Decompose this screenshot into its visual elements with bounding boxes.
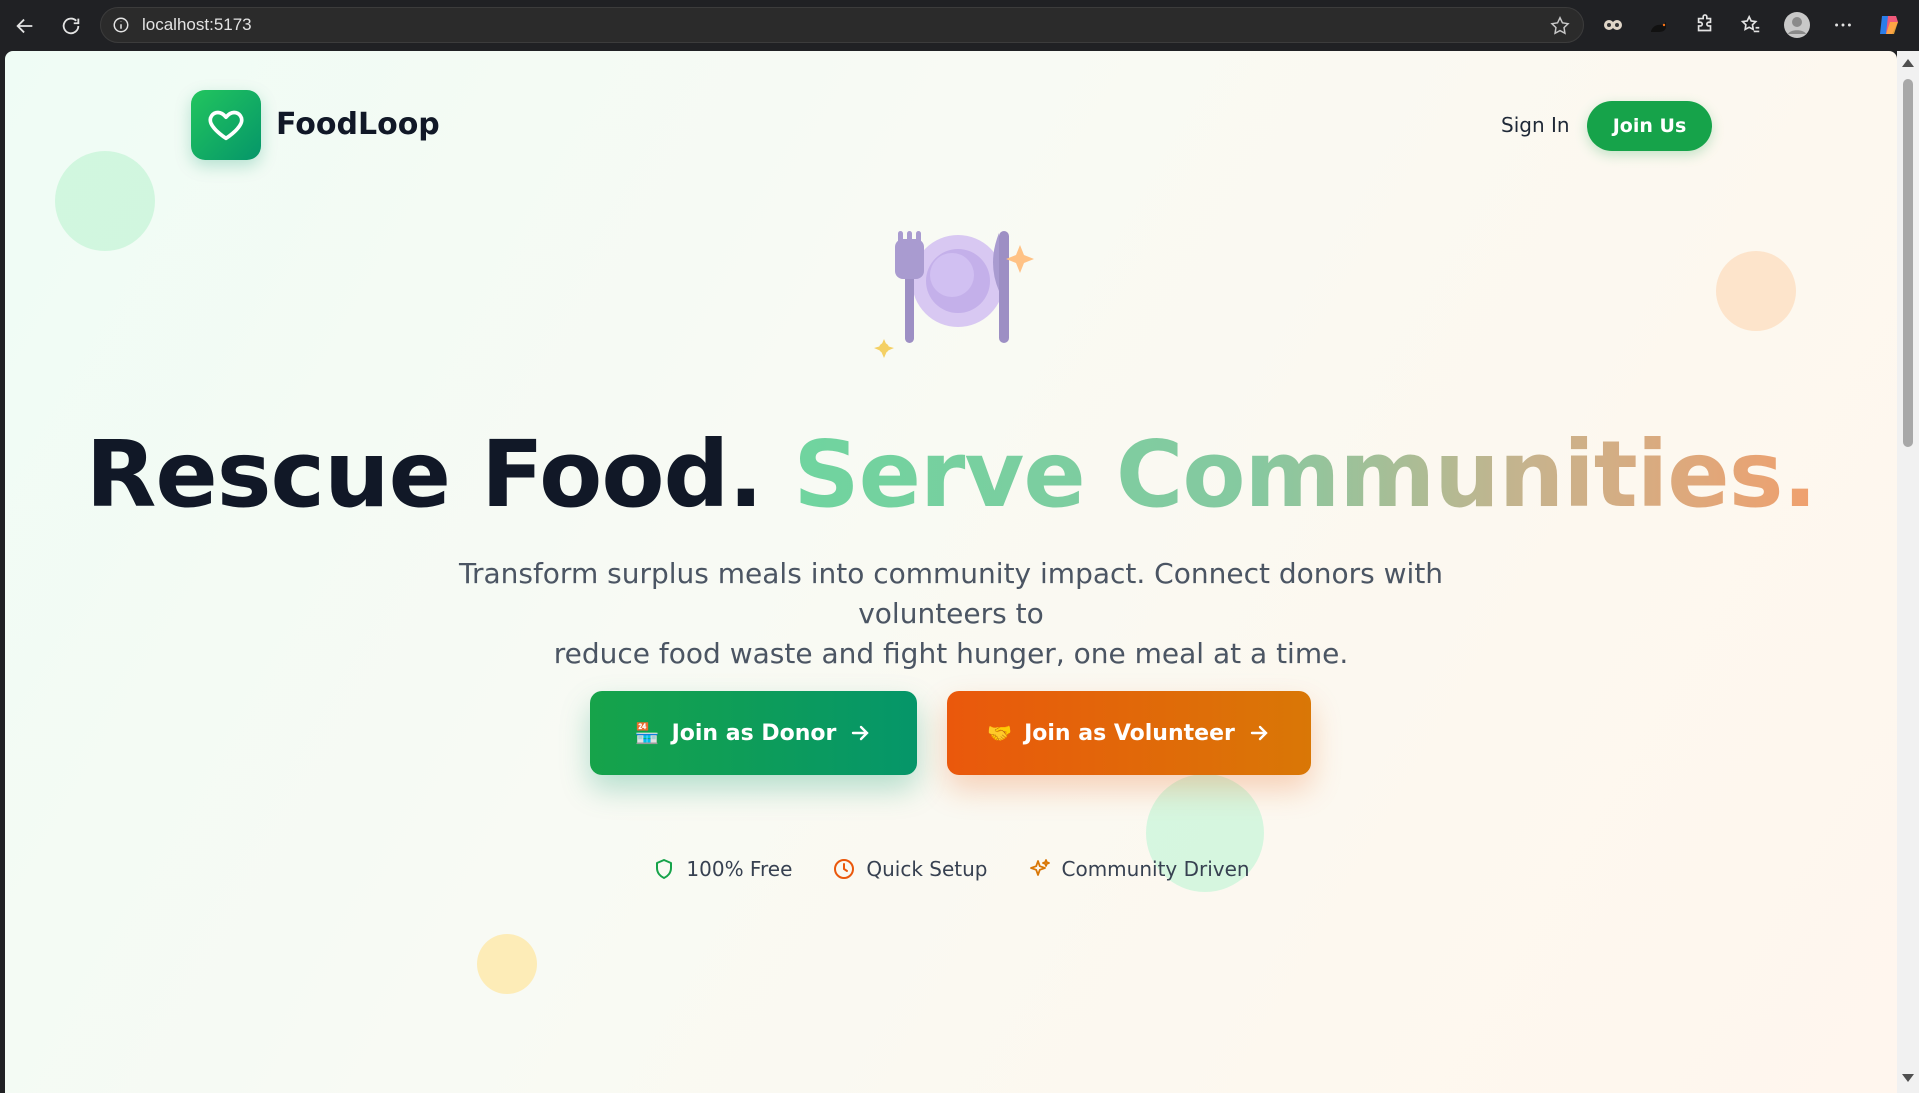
- feature-label: 100% Free: [686, 857, 793, 881]
- heart-icon: [208, 110, 244, 141]
- back-arrow-icon: [16, 18, 33, 33]
- donor-button-label: Join as Donor: [671, 720, 837, 746]
- join-as-donor-button[interactable]: 🏪 Join as Donor: [590, 691, 917, 775]
- scroll-up-arrow-icon[interactable]: [1902, 59, 1914, 67]
- logo[interactable]: [191, 90, 261, 160]
- feature-community: Community Driven: [1028, 857, 1250, 881]
- sparkles-icon: [1029, 859, 1050, 876]
- scroll-down-arrow-icon[interactable]: [1902, 1074, 1914, 1082]
- profile-avatar-icon[interactable]: [1774, 7, 1820, 43]
- subtitle-line-2: reduce food waste and fight hunger, one …: [553, 637, 1349, 670]
- feature-label: Community Driven: [1061, 857, 1250, 881]
- headline-dark: Rescue Food.: [85, 421, 764, 528]
- url-text[interactable]: localhost:5173: [142, 15, 252, 35]
- reload-button[interactable]: [53, 8, 89, 44]
- plate-cutlery-icon: [874, 231, 1034, 358]
- hero-subtitle: Transform surplus meals into community i…: [385, 554, 1517, 674]
- favorites-icon[interactable]: [1728, 7, 1774, 43]
- browser-extensions: [1590, 7, 1912, 43]
- address-bar[interactable]: localhost:5173: [100, 7, 1584, 43]
- store-icon: 🏪: [634, 721, 660, 745]
- clock-icon: [834, 859, 855, 879]
- hero-headline: Rescue Food. Serve Communities.: [5, 421, 1897, 528]
- decorative-green-circle: [55, 151, 155, 251]
- page-viewport: FoodLoop Sign In Join Us Rescue Food. Se…: [5, 51, 1897, 1093]
- extension-cat-icon[interactable]: [1636, 7, 1682, 43]
- browser-toolbar: localhost:5173: [0, 0, 1919, 51]
- volunteer-button-label: Join as Volunteer: [1024, 720, 1235, 746]
- feature-free: 100% Free: [652, 857, 792, 881]
- handshake-icon: 🤝: [987, 721, 1013, 745]
- arrow-right-icon: [1250, 725, 1268, 741]
- page-scrollbar[interactable]: [1897, 51, 1919, 1093]
- headline-gradient: Serve Communities.: [793, 421, 1817, 528]
- subtitle-line-1: Transform surplus meals into community i…: [458, 557, 1444, 630]
- site-info-icon[interactable]: [112, 16, 130, 34]
- extensions-puzzle-icon[interactable]: [1682, 7, 1728, 43]
- back-button[interactable]: [7, 8, 43, 44]
- feature-label: Quick Setup: [866, 857, 988, 881]
- extension-eyes-icon[interactable]: [1590, 7, 1636, 43]
- copilot-icon[interactable]: [1866, 7, 1912, 43]
- more-menu-icon[interactable]: [1820, 7, 1866, 43]
- feature-quick-setup: Quick Setup: [832, 857, 988, 881]
- scrollbar-thumb[interactable]: [1903, 79, 1913, 447]
- sign-in-link[interactable]: Sign In: [1501, 113, 1570, 137]
- decorative-yellow-circle: [477, 934, 537, 994]
- join-us-button[interactable]: Join Us: [1587, 101, 1712, 151]
- decorative-orange-circle: [1716, 251, 1796, 331]
- arrow-right-icon: [852, 725, 870, 741]
- bookmark-star-icon[interactable]: [1549, 15, 1571, 42]
- brand-name[interactable]: FoodLoop: [276, 107, 440, 142]
- join-as-volunteer-button[interactable]: 🤝 Join as Volunteer: [947, 691, 1311, 775]
- reload-icon: [62, 17, 80, 34]
- feature-list: 100% Free Quick Setup Community Driven: [5, 857, 1897, 881]
- shield-icon: [656, 859, 673, 879]
